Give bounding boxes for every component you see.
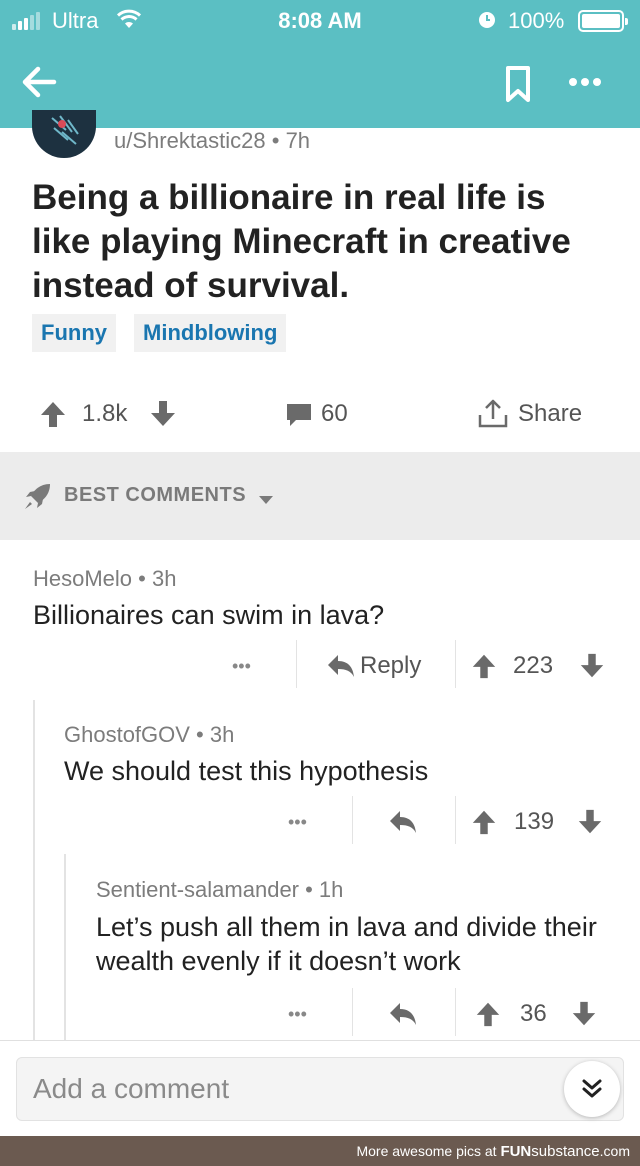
reply-button[interactable]: Reply <box>360 640 421 692</box>
avatar[interactable] <box>32 110 96 158</box>
downvote-icon[interactable] <box>148 386 178 442</box>
comment-body: Billionaires can swim in lava? <box>33 600 385 630</box>
comment-score: 36 <box>520 1000 547 1027</box>
add-comment-input[interactable] <box>16 1057 624 1121</box>
back-arrow-icon[interactable] <box>18 60 62 104</box>
status-bar: Ultra 8:08 AM 100% <box>0 0 640 40</box>
upvote-icon[interactable] <box>38 386 68 442</box>
bookmark-icon[interactable] <box>500 62 536 106</box>
chevron-down-icon[interactable] <box>258 492 274 510</box>
comment-icon[interactable] <box>284 386 314 442</box>
comment-score: 139 <box>514 808 555 835</box>
comment-score: 223 <box>513 652 554 679</box>
tag-funny[interactable]: Funny <box>32 314 116 352</box>
downvote-icon[interactable] <box>570 988 598 1040</box>
comment-more-button[interactable]: ••• <box>288 988 307 1040</box>
post-tags: Funny Mindblowing <box>32 314 287 352</box>
share-label[interactable]: Share <box>518 386 582 442</box>
downvote-icon[interactable] <box>578 640 606 692</box>
reply-icon[interactable] <box>388 988 418 1040</box>
collapse-icon[interactable] <box>564 1061 620 1117</box>
watermark-text: More awesome pics at FUNsubstance.com <box>356 1143 630 1160</box>
comment-more-button[interactable]: ••• <box>232 640 251 692</box>
post-score: 1.8k <box>82 400 128 427</box>
comment-count[interactable]: 60 <box>321 386 348 442</box>
comment-author-meta[interactable]: Sentient-salamander • 1h <box>96 877 343 903</box>
sort-label[interactable]: BEST COMMENTS <box>64 484 246 507</box>
upvote-icon[interactable] <box>470 796 498 848</box>
watermark-bar: More awesome pics at FUNsubstance.com <box>0 1136 640 1166</box>
comment-author-meta[interactable]: GhostofGOV • 3h <box>64 722 234 748</box>
comment-actions: ••• 36 <box>0 988 640 1040</box>
alarm-icon <box>476 8 498 36</box>
upvote-icon[interactable] <box>474 988 502 1040</box>
comment-actions: ••• Reply 223 <box>0 640 640 692</box>
comment-author-meta[interactable]: HesoMelo • 3h <box>33 566 176 592</box>
comment-actions: ••• 139 <box>0 796 640 848</box>
nav-bar <box>0 40 640 128</box>
post-title: Being a billionaire in real life is like… <box>32 178 571 305</box>
downvote-icon[interactable] <box>576 796 604 848</box>
post-actions: 1.8k 60 Share <box>0 386 640 442</box>
tag-mindblowing[interactable]: Mindblowing <box>134 314 287 352</box>
more-icon[interactable] <box>560 60 610 104</box>
battery-percent: 100% <box>508 8 565 33</box>
add-comment-bar <box>0 1040 640 1136</box>
comment-body: Let’s push all them in lava and divide t… <box>96 912 597 976</box>
comment-body: We should test this hypothesis <box>64 756 429 786</box>
share-icon[interactable] <box>476 386 510 442</box>
upvote-icon[interactable] <box>470 640 498 692</box>
comment-more-button[interactable]: ••• <box>288 796 307 848</box>
reply-icon[interactable] <box>326 640 356 692</box>
rocket-icon <box>22 480 54 517</box>
battery-icon <box>578 10 628 32</box>
reply-icon[interactable] <box>388 796 418 848</box>
post-author-meta[interactable]: u/Shrektastic28 • 7h <box>114 128 310 154</box>
sort-bar[interactable]: BEST COMMENTS <box>0 452 640 540</box>
